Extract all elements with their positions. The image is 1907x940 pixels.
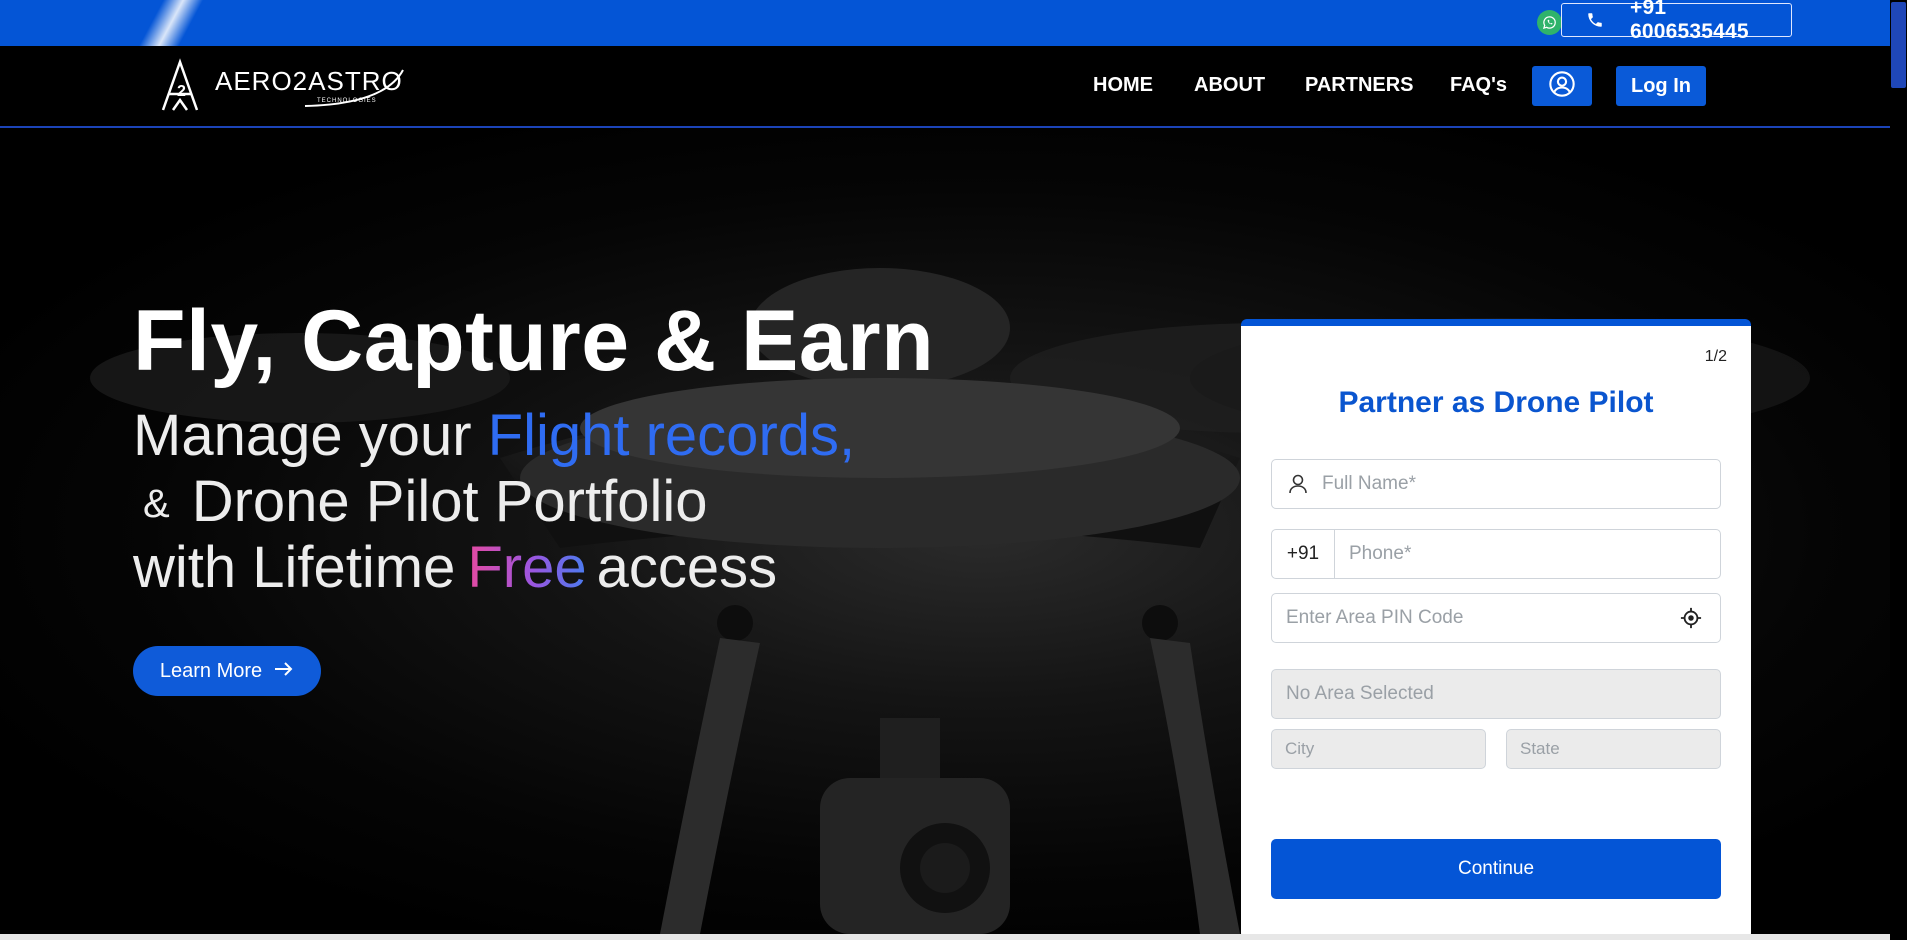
continue-button[interactable]: Continue — [1271, 839, 1721, 899]
decorative-shine — [131, 0, 209, 46]
hero-subtitle-line-2: & Drone Pilot Portfolio — [143, 468, 708, 535]
user-icon — [1288, 474, 1308, 494]
hero-subtitle-line-1: Manage your Flight records, — [133, 402, 855, 469]
pin-code-placeholder: Enter Area PIN Code — [1286, 607, 1464, 628]
line1-prefix: Manage your — [133, 403, 472, 468]
line3-suffix: access — [596, 535, 778, 600]
line2-ampersand: & — [143, 482, 170, 526]
svg-text:2: 2 — [177, 83, 186, 100]
full-name-field[interactable]: Full Name* — [1271, 459, 1721, 509]
phone-icon — [1586, 11, 1604, 29]
logo-wordmark: AERO2ASTRO — [215, 66, 403, 96]
user-circle-icon — [1548, 70, 1576, 103]
line1-highlight: Flight records, — [487, 403, 856, 468]
free-highlight: Free — [467, 535, 587, 600]
nav-faqs[interactable]: FAQ's — [1450, 74, 1507, 97]
aero2astro-logo[interactable]: 2 AERO2ASTRO TECHNOLOGIES — [155, 54, 410, 116]
area-select-field[interactable]: No Area Selected — [1271, 669, 1721, 719]
user-account-button[interactable] — [1532, 66, 1592, 106]
nav-partners[interactable]: PARTNERS — [1305, 74, 1414, 97]
state-field[interactable]: State — [1506, 729, 1721, 769]
nav-about[interactable]: ABOUT — [1194, 74, 1265, 97]
hero-title: Fly, Capture & Earn — [133, 293, 935, 389]
area-value: No Area Selected — [1286, 683, 1434, 704]
whatsapp-icon[interactable] — [1537, 10, 1562, 35]
line2-text: Drone Pilot Portfolio — [191, 469, 708, 534]
locate-icon[interactable] — [1680, 607, 1702, 629]
form-title: Partner as Drone Pilot — [1338, 386, 1654, 419]
step-indicator: 1/2 — [1704, 348, 1727, 365]
learn-more-button[interactable]: Learn More — [133, 646, 321, 696]
main-header: 2 AERO2ASTRO TECHNOLOGIES HOME ABOUT PAR… — [0, 46, 1890, 128]
pin-code-field[interactable]: Enter Area PIN Code — [1271, 593, 1721, 643]
hero-section: Fly, Capture & Earn Manage your Flight r… — [0, 128, 1890, 934]
phone-contact-link[interactable]: +91 6006535445 — [1561, 0, 1792, 43]
login-button[interactable]: Log In — [1616, 66, 1706, 106]
nav-home[interactable]: HOME — [1093, 74, 1153, 97]
scrollbar-thumb[interactable] — [1891, 2, 1906, 88]
phone-field[interactable]: +91 Phone* — [1271, 529, 1721, 579]
logo-subtext: TECHNOLOGIES — [317, 98, 377, 104]
full-name-placeholder: Full Name* — [1322, 473, 1416, 494]
learn-more-label: Learn More — [159, 659, 263, 682]
arrow-right-icon — [274, 660, 294, 683]
phone-placeholder: Phone* — [1349, 543, 1412, 564]
city-field[interactable]: City — [1271, 729, 1486, 769]
partner-signup-card: 1/2 Partner as Drone Pilot Full Name* +9… — [1241, 319, 1751, 934]
bottom-strip — [0, 934, 1890, 940]
phone-number: +91 6006535445 — [1630, 0, 1749, 43]
hero-subtitle-line-3: with Lifetime Free access — [133, 534, 777, 601]
country-code-prefix: +91 — [1272, 530, 1335, 578]
scrollbar-track[interactable] — [1890, 0, 1907, 940]
line3-prefix: with Lifetime — [133, 535, 456, 600]
